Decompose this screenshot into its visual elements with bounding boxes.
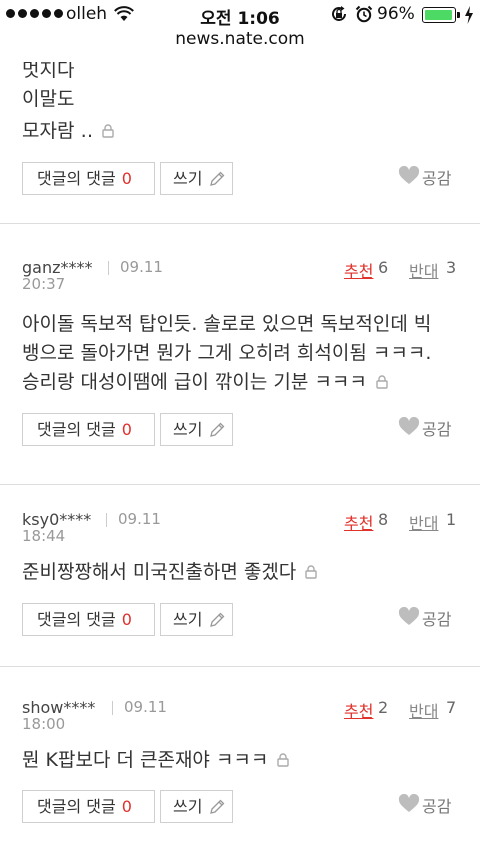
alarm-icon (355, 5, 373, 23)
recommend-button[interactable]: 추천 (344, 698, 373, 722)
oppose-count: 1 (446, 510, 457, 529)
reply-label: 댓글의 댓글 (37, 610, 116, 629)
oppose-button[interactable]: 반대 (409, 510, 438, 534)
pencil-icon (210, 422, 225, 437)
comment-divider (0, 484, 480, 485)
reply-to-comment-button[interactable]: 댓글의 댓글 0 (22, 603, 155, 636)
oppose-count: 3 (446, 258, 457, 277)
comment-line-text: 승리랑 대성이땜에 급이 깎이는 기분 ㅋㅋㅋ (22, 371, 367, 393)
comment-line: 준비짱짱해서 미국진출하면 좋겠다 (22, 558, 462, 587)
like-label: 공감 (422, 610, 452, 629)
comment-header: show**** 09.11 18:00 추천 2 반대 7 (22, 698, 462, 738)
meta-separator (112, 701, 113, 715)
pencil-icon (210, 171, 225, 186)
reply-to-comment-button[interactable]: 댓글의 댓글 0 (22, 413, 155, 446)
reply-count: 0 (121, 610, 132, 629)
rotation-lock-icon (332, 6, 346, 21)
lock-icon[interactable] (304, 565, 318, 579)
battery-percentage: 96% (377, 4, 415, 24)
oppose-count: 7 (446, 698, 457, 717)
comment-divider (0, 666, 480, 667)
comment-header: ksy0**** 09.11 18:44 추천 8 반대 1 (22, 510, 462, 550)
charging-bolt-icon (465, 6, 473, 24)
oppose-button[interactable]: 반대 (409, 698, 438, 722)
heart-icon (398, 607, 420, 625)
write-reply-button[interactable]: 쓰기 (160, 413, 233, 446)
heart-icon (398, 417, 420, 435)
comment-line: 아이돌 독보적 탑인듯. 솔로로 있으면 독보적인데 빅 (22, 313, 432, 335)
like-label: 공감 (422, 797, 452, 816)
recommend-button[interactable]: 추천 (344, 510, 373, 534)
recommend-count: 6 (378, 258, 389, 277)
like-label: 공감 (422, 420, 452, 439)
recommend-button[interactable]: 추천 (344, 258, 373, 282)
like-button[interactable]: 공감 (398, 164, 458, 188)
comment-time: 18:44 (22, 527, 66, 545)
reply-count: 0 (121, 797, 132, 816)
like-label: 공감 (422, 169, 452, 188)
reply-label: 댓글의 댓글 (37, 797, 116, 816)
lock-icon[interactable] (375, 375, 389, 389)
address-bar-url[interactable]: news.nate.com (0, 29, 480, 49)
comment-date: 09.11 (118, 510, 161, 528)
comment-line: 뭔 K팝보다 더 큰존재야 ㅋㅋㅋ (22, 746, 462, 775)
write-label: 쓰기 (173, 169, 203, 188)
comment-line: 승리랑 대성이땜에 급이 깎이는 기분 ㅋㅋㅋ (22, 368, 462, 397)
pencil-icon (210, 799, 225, 814)
meta-separator (108, 261, 109, 275)
comment-line: 뱅으로 돌아가면 뭔가 그게 오히려 희석이됨 ㅋㅋㅋ. (22, 342, 432, 364)
comment-body: 멋지다 이말도 모자람 ‥ (22, 56, 462, 146)
recommend-count: 2 (378, 698, 389, 717)
comment-line: 모자람 ‥ (22, 117, 462, 146)
reply-label: 댓글의 댓글 (37, 169, 116, 188)
reply-label: 댓글의 댓글 (37, 420, 116, 439)
comment-divider (0, 223, 480, 224)
comment-line-text: 모자람 ‥ (22, 120, 94, 142)
comment-date: 09.11 (120, 258, 163, 276)
comment-body: 아이돌 독보적 탑인듯. 솔로로 있으면 독보적인데 빅 뱅으로 돌아가면 뭔가… (22, 310, 462, 397)
comment-body: 준비짱짱해서 미국진출하면 좋겠다 (22, 558, 462, 587)
reply-count: 0 (121, 420, 132, 439)
write-label: 쓰기 (173, 610, 203, 629)
battery-tip (457, 12, 460, 18)
like-button[interactable]: 공감 (398, 415, 458, 439)
comment-line-text: 뭔 K팝보다 더 큰존재야 ㅋㅋㅋ (22, 749, 269, 771)
comment-time: 20:37 (22, 275, 66, 293)
write-label: 쓰기 (173, 797, 203, 816)
status-row: olleh 오전 1:06 96% (0, 4, 480, 29)
status-bar: olleh 오전 1:06 96% news.nate.com (0, 0, 480, 62)
oppose-button[interactable]: 반대 (409, 258, 438, 282)
lock-icon[interactable] (101, 124, 115, 138)
comment-header: ganz**** 09.11 20:37 추천 6 반대 3 (22, 258, 462, 298)
like-button[interactable]: 공감 (398, 605, 458, 629)
lock-icon[interactable] (276, 753, 290, 767)
recommend-count: 8 (378, 510, 389, 529)
heart-icon (398, 794, 420, 812)
write-reply-button[interactable]: 쓰기 (160, 603, 233, 636)
reply-to-comment-button[interactable]: 댓글의 댓글 0 (22, 162, 155, 195)
pencil-icon (210, 612, 225, 627)
comment-date: 09.11 (124, 698, 167, 716)
write-label: 쓰기 (173, 420, 203, 439)
comment-line: 이말도 (22, 88, 75, 110)
reply-to-comment-button[interactable]: 댓글의 댓글 0 (22, 790, 155, 823)
battery-icon (422, 7, 456, 23)
comment-body: 뭔 K팝보다 더 큰존재야 ㅋㅋㅋ (22, 746, 462, 775)
reply-count: 0 (121, 169, 132, 188)
write-reply-button[interactable]: 쓰기 (160, 162, 233, 195)
meta-separator (106, 513, 107, 527)
comment-time: 18:00 (22, 715, 66, 733)
heart-icon (398, 166, 420, 184)
write-reply-button[interactable]: 쓰기 (160, 790, 233, 823)
like-button[interactable]: 공감 (398, 792, 458, 816)
comment-line-text: 준비짱짱해서 미국진출하면 좋겠다 (22, 561, 297, 583)
